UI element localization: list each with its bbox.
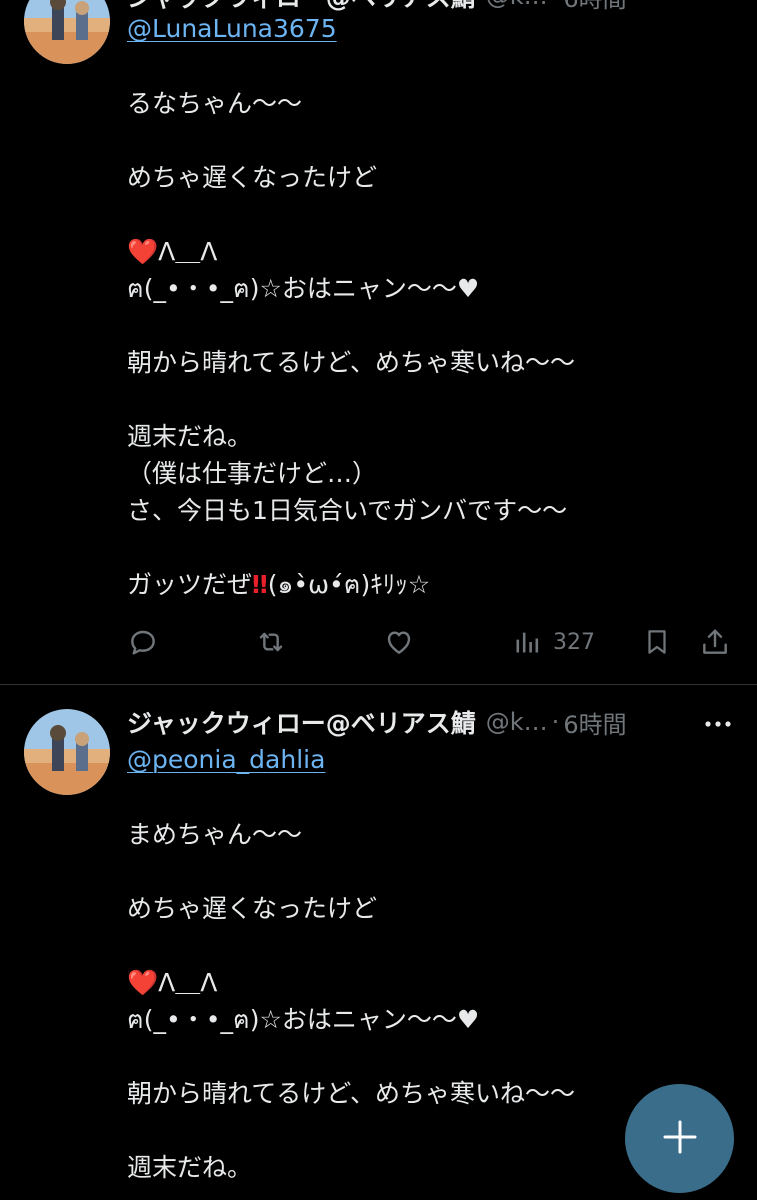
timestamp[interactable]: 6時間	[563, 0, 626, 14]
text-line: 朝から晴れてるけど、めちゃ寒いね〜〜	[127, 348, 576, 377]
text-line: ガッツだぜ‼(๑•̀ω•́ฅ)ｷﾘｯ☆	[127, 566, 687, 603]
share-icon	[699, 626, 731, 658]
retweet-button[interactable]	[254, 622, 288, 662]
more-icon	[704, 713, 732, 732]
tweet-header: ジャックウィロー@ベリアス鯖 @k… · 6時間	[127, 702, 733, 742]
heart-emoji: ❤️	[127, 237, 159, 266]
compose-button[interactable]	[625, 1084, 734, 1193]
bookmark-button[interactable]	[642, 622, 672, 662]
text-line: 週末だね。	[127, 1153, 253, 1182]
heart-emoji: ❤️	[127, 968, 159, 997]
tweet-actions: 327	[127, 622, 733, 662]
text-line: ❤️Λ＿Λ	[127, 233, 687, 270]
text-line: さ、今日も1日気合いでガンバです〜〜	[127, 496, 568, 525]
views-icon	[513, 628, 541, 656]
text-fragment: Λ＿Λ	[158, 968, 218, 997]
avatar[interactable]	[24, 0, 110, 64]
share-button[interactable]	[699, 622, 731, 662]
tweet-text: まめちゃん〜〜 めちゃ遅くなったけど ❤️Λ＿Λ ฅ(_•・•_ฅ)☆おはニャン…	[127, 816, 687, 1186]
bookmark-icon	[642, 626, 672, 658]
more-options-button[interactable]	[703, 702, 733, 742]
tweet-1[interactable]: ジャックウィロー@ベリアス鯖 @k… · 6時間 @LunaLuna3675 る…	[0, 0, 757, 684]
separator-dot: ·	[552, 0, 560, 10]
text-line: るなちゃん〜〜	[127, 89, 303, 118]
reply-to-mention[interactable]: @peonia_dahlia	[127, 745, 325, 774]
tweet-text: るなちゃん〜〜 めちゃ遅くなったけど ❤️Λ＿Λ ฅ(_•・•_ฅ)☆おはニャン…	[127, 85, 687, 603]
timestamp[interactable]: 6時間	[563, 705, 626, 740]
user-handle[interactable]: @k…	[486, 708, 548, 736]
text-line: 朝から晴れてるけど、めちゃ寒いね〜〜	[127, 1079, 576, 1108]
text-line: （僕は仕事だけど…）	[127, 459, 378, 488]
plus-icon	[662, 1119, 698, 1159]
text-line: ฅ(_•・•_ฅ)☆おはニャン〜〜♥	[127, 1005, 480, 1034]
text-line: ❤️Λ＿Λ	[127, 964, 687, 1001]
reply-button[interactable]	[127, 622, 159, 662]
text-line: まめちゃん〜〜	[127, 820, 303, 849]
text-fragment: Λ＿Λ	[158, 237, 218, 266]
text-line: ฅ(_•・•_ฅ)☆おはニャン〜〜♥	[127, 274, 480, 303]
text-line: めちゃ遅くなったけど	[127, 894, 378, 923]
text-line: 週末だね。	[127, 422, 253, 451]
text-line: めちゃ遅くなったけど	[127, 163, 378, 192]
double-exclamation-emoji: ‼	[252, 570, 268, 599]
retweet-icon	[254, 626, 288, 658]
display-name[interactable]: ジャックウィロー@ベリアス鯖	[127, 704, 476, 740]
like-button[interactable]	[383, 622, 415, 662]
views-button[interactable]: 327	[513, 622, 595, 662]
reply-to-mention[interactable]: @LunaLuna3675	[127, 14, 337, 43]
text-fragment: (๑•̀ω•́ฅ)ｷﾘｯ☆	[267, 570, 431, 599]
reply-icon	[127, 626, 159, 658]
heart-icon	[383, 626, 415, 658]
display-name[interactable]: ジャックウィロー@ベリアス鯖	[127, 0, 476, 14]
separator-dot: ·	[551, 708, 560, 736]
avatar[interactable]	[24, 709, 110, 795]
text-fragment: ガッツだぜ	[127, 570, 253, 599]
views-count: 327	[553, 629, 595, 655]
user-handle[interactable]: @k…	[486, 0, 548, 10]
